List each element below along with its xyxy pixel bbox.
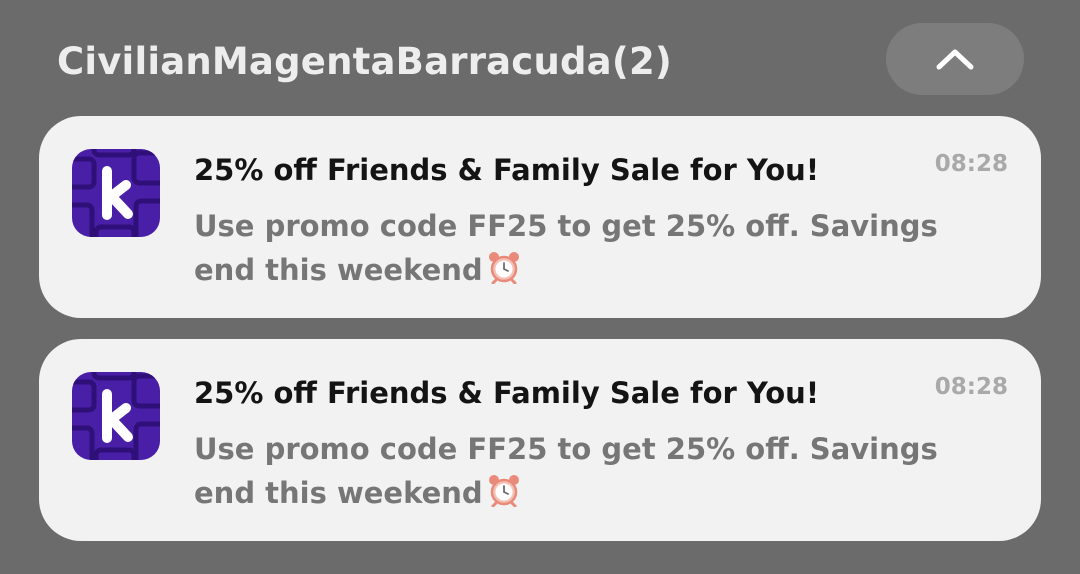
notification-card[interactable]: 25% off Friends & Family Sale for You! 0…	[39, 116, 1041, 318]
k-app-icon	[72, 149, 160, 237]
notification-title: 25% off Friends & Family Sale for You!	[194, 376, 820, 410]
notification-body: Use promo code FF25 to get 25% off. Savi…	[194, 427, 994, 515]
notification-body-text: Use promo code FF25 to get 25% off. Savi…	[194, 432, 938, 510]
notification-body-text: Use promo code FF25 to get 25% off. Savi…	[194, 209, 938, 287]
chevron-up-icon	[936, 49, 974, 70]
k-app-icon	[72, 372, 160, 460]
notification-group-header: CivilianMagentaBarracuda(2)	[0, 0, 1080, 116]
notification-time: 08:28	[934, 374, 1008, 400]
alarm-clock-icon	[487, 250, 521, 284]
notification-body: Use promo code FF25 to get 25% off. Savi…	[194, 204, 994, 292]
collapse-group-button[interactable]	[886, 23, 1024, 95]
notification-title: 25% off Friends & Family Sale for You!	[194, 153, 820, 187]
notification-time: 08:28	[934, 151, 1008, 177]
alarm-clock-icon	[487, 473, 521, 507]
notification-card[interactable]: 25% off Friends & Family Sale for You! 0…	[39, 339, 1041, 541]
notification-group-title: CivilianMagentaBarracuda(2)	[57, 40, 672, 83]
